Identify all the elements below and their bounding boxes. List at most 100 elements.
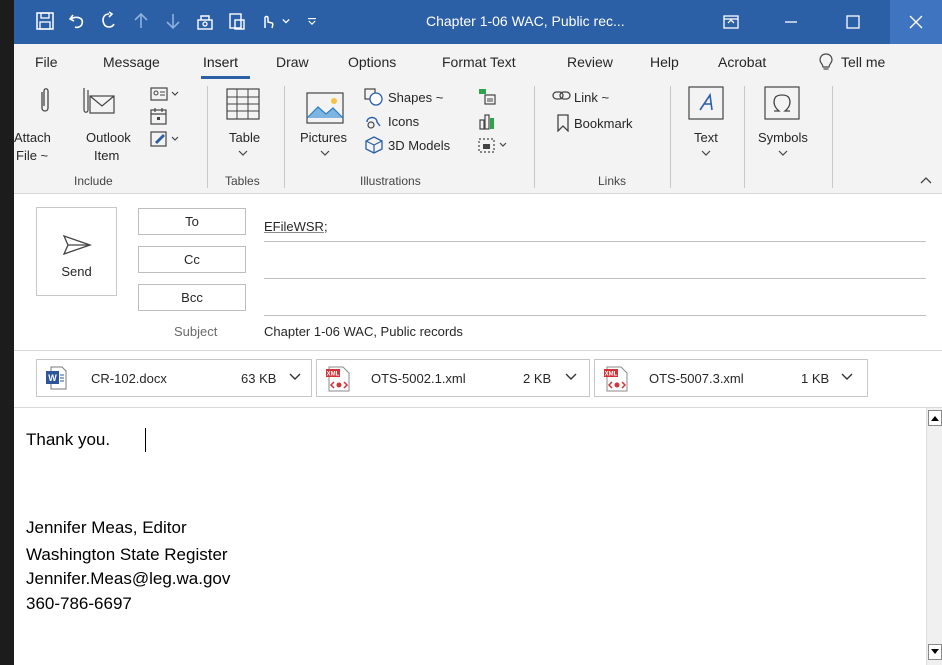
maximize-icon[interactable] <box>830 0 876 44</box>
to-field[interactable]: EFileWSR; <box>264 219 328 234</box>
undo-icon[interactable] <box>66 10 88 32</box>
svg-text:W: W <box>48 373 57 383</box>
attachment-size: 2 KB <box>523 371 552 386</box>
signature-name: Jennifer Meas, Editor <box>26 518 187 537</box>
send-icon <box>62 234 92 256</box>
tab-message[interactable]: Message <box>103 54 160 70</box>
message-body[interactable]: Thank you. Jennifer Meas, Editor Washing… <box>14 408 942 665</box>
body-line: Thank you. <box>26 430 111 449</box>
bcc-button[interactable]: Bcc <box>138 284 246 311</box>
attachment-item[interactable]: XML OTS-5002.1.xml 2 KB <box>316 359 590 397</box>
chevron-down-icon[interactable] <box>701 150 711 156</box>
paste-icon[interactable] <box>226 10 248 32</box>
attachment-name: CR-102.docx <box>91 371 167 386</box>
subject-field[interactable]: Chapter 1-06 WAC, Public records <box>264 324 463 339</box>
group-label-links: Links <box>598 174 627 188</box>
3d-models-label[interactable]: 3D Models <box>388 138 450 153</box>
group-separator <box>534 86 535 188</box>
chevron-down-icon[interactable] <box>565 372 577 382</box>
redo-icon[interactable] <box>98 10 120 32</box>
table-label[interactable]: Table <box>229 130 260 145</box>
group-label-include: Include <box>74 174 113 188</box>
screenshot-icon[interactable] <box>478 136 512 154</box>
symbol-icon[interactable] <box>764 86 800 120</box>
attachment-item[interactable]: W CR-102.docx 63 KB <box>36 359 312 397</box>
down-icon[interactable] <box>162 10 184 32</box>
calendar-icon[interactable] <box>150 108 168 126</box>
link-icon[interactable] <box>552 88 572 104</box>
pictures-label[interactable]: Pictures <box>300 130 347 145</box>
bcc-field-underline <box>264 315 926 316</box>
text-box-icon[interactable] <box>688 86 724 120</box>
shapes-label[interactable]: Shapes ~ <box>388 90 443 105</box>
icons-label[interactable]: Icons <box>388 114 419 129</box>
chevron-down-icon[interactable] <box>289 372 301 382</box>
outlook-item-label-2[interactable]: Item <box>94 148 119 163</box>
chevron-down-icon[interactable] <box>238 150 248 156</box>
vertical-scrollbar[interactable] <box>926 408 942 665</box>
cc-button[interactable]: Cc <box>138 246 246 273</box>
outlook-item-icon[interactable] <box>76 86 116 120</box>
tab-options[interactable]: Options <box>348 54 396 70</box>
touch-icon[interactable] <box>256 10 278 32</box>
bookmark-icon[interactable] <box>556 114 570 132</box>
attachment-item[interactable]: XML OTS-5007.3.xml 1 KB <box>594 359 868 397</box>
ribbon-display-icon[interactable] <box>708 0 754 44</box>
desktop-edge <box>0 0 14 665</box>
link-label[interactable]: Link ~ <box>574 90 609 105</box>
tab-insert[interactable]: Insert <box>203 54 238 70</box>
ribbon-tabs: File Message Insert Draw Options Format … <box>14 44 942 80</box>
tab-draw[interactable]: Draw <box>276 54 309 70</box>
group-label-tables: Tables <box>225 174 260 188</box>
save-icon[interactable] <box>34 10 56 32</box>
attachments-bar: W CR-102.docx 63 KB XML OTS-5002.1.xml 2… <box>14 350 942 408</box>
attach-file-label-1[interactable]: Attach <box>14 130 51 145</box>
shapes-icon[interactable] <box>364 88 384 106</box>
lightbulb-icon[interactable] <box>819 53 833 71</box>
business-card-icon[interactable] <box>150 86 184 102</box>
scroll-down-icon[interactable] <box>928 644 942 660</box>
attach-file-icon[interactable] <box>38 86 52 116</box>
signature-icon[interactable] <box>150 130 184 148</box>
window-title: Chapter 1-06 WAC, Public rec... <box>426 13 625 29</box>
tab-tell-me[interactable]: Tell me <box>841 54 885 70</box>
smartart-icon[interactable] <box>478 88 496 106</box>
chevron-down-icon[interactable] <box>778 150 788 156</box>
table-icon[interactable] <box>226 88 260 120</box>
signature-organization: Washington State Register <box>26 545 228 564</box>
subject-label: Subject <box>174 324 218 339</box>
icons-icon[interactable] <box>364 112 384 130</box>
signature-email: Jennifer.Meas@leg.wa.gov <box>26 569 231 588</box>
outlook-item-label-1[interactable]: Outlook <box>86 130 131 145</box>
group-separator <box>744 86 745 188</box>
tab-format-text[interactable]: Format Text <box>442 54 516 70</box>
close-icon[interactable] <box>890 0 942 44</box>
chart-icon[interactable] <box>478 112 496 130</box>
attachment-size: 1 KB <box>801 371 830 386</box>
symbols-label[interactable]: Symbols <box>758 130 808 145</box>
minimize-icon[interactable] <box>768 0 814 44</box>
send-button[interactable]: Send <box>36 207 117 296</box>
tab-review[interactable]: Review <box>567 54 613 70</box>
chevron-down-icon[interactable] <box>320 150 330 156</box>
bookmark-label[interactable]: Bookmark <box>574 116 633 131</box>
chevron-down-icon[interactable] <box>841 372 853 382</box>
scroll-up-icon[interactable] <box>928 410 942 426</box>
up-icon[interactable] <box>130 10 152 32</box>
group-separator <box>832 86 833 188</box>
customize-icon[interactable] <box>304 10 320 32</box>
text-label[interactable]: Text <box>694 130 718 145</box>
to-button[interactable]: To <box>138 208 246 235</box>
repeat-icon[interactable] <box>194 10 216 32</box>
3d-models-icon[interactable] <box>364 136 384 154</box>
attachment-name: OTS-5002.1.xml <box>371 371 466 386</box>
collapse-ribbon-icon[interactable] <box>920 176 932 184</box>
pictures-icon[interactable] <box>306 90 346 126</box>
dropdown-chevron-icon[interactable] <box>278 10 294 32</box>
tab-acrobat[interactable]: Acrobat <box>718 54 766 70</box>
ribbon: Attach File ~ Outlook Item Include Table… <box>14 80 942 194</box>
compose-header: Send To Cc Bcc EFileWSR; Subject Chapter… <box>14 194 942 350</box>
attach-file-label-2[interactable]: File ~ <box>16 148 48 163</box>
tab-help[interactable]: Help <box>650 54 679 70</box>
tab-file[interactable]: File <box>35 54 58 70</box>
